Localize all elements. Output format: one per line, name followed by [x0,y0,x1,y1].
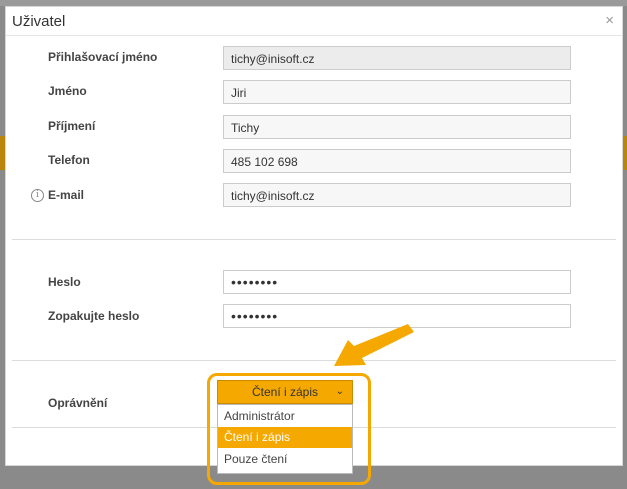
dialog-header: Uživatel × [6,7,622,36]
password-label: Heslo [48,275,81,289]
password-repeat-label: Zopakujte heslo [48,309,140,323]
arrow-icon [334,324,414,366]
login-label: Přihlašovací jméno [48,50,158,64]
dialog-title: Uživatel [12,13,66,30]
section-divider [12,239,616,240]
phone-label: Telefon [48,153,90,167]
password-field[interactable]: •••••••• [223,270,571,294]
highlight-box [207,373,371,485]
email-label: E-mail [48,188,85,202]
section-divider [12,360,616,361]
info-icon[interactable]: i [31,189,44,202]
close-icon[interactable]: × [605,12,614,29]
login-field: tichy@inisoft.cz [223,46,571,70]
email-field[interactable]: tichy@inisoft.cz [223,183,571,207]
phone-field[interactable]: 485 102 698 [223,149,571,173]
first-name-field[interactable]: Jiri [223,80,571,104]
first-name-label: Jméno [48,84,87,98]
last-name-label: Příjmení [48,119,96,133]
permission-label: Oprávnění [48,396,108,410]
last-name-field[interactable]: Tichy [223,115,571,139]
